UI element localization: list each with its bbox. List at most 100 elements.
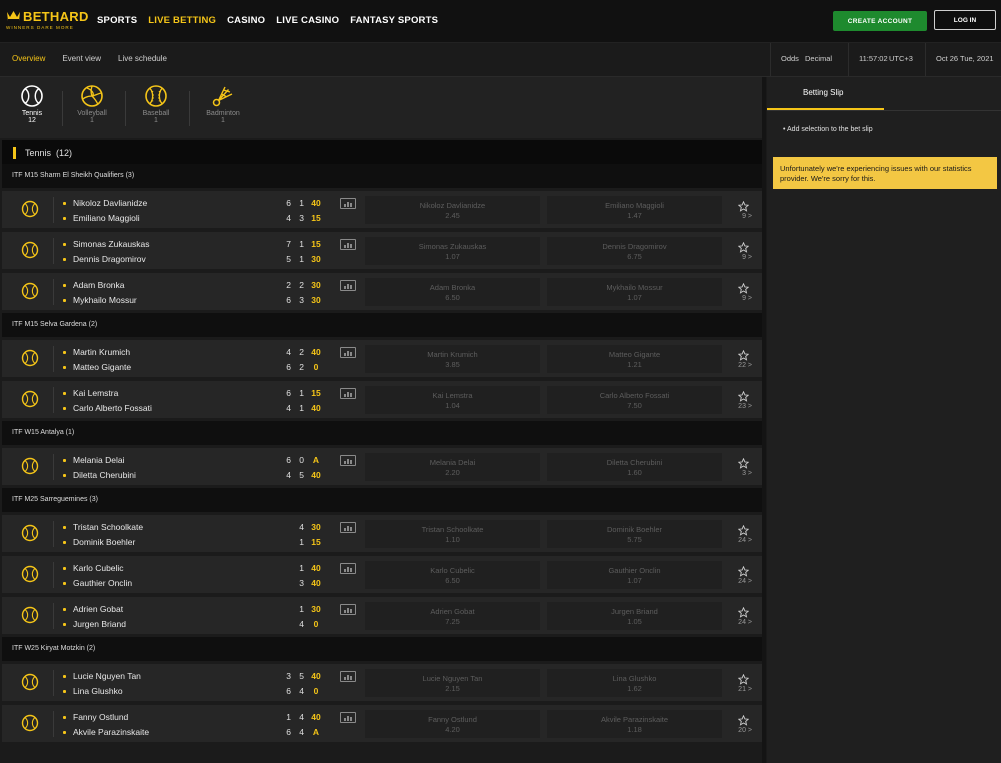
stats-icon[interactable] bbox=[340, 712, 356, 723]
more-markets-link[interactable]: 24 > bbox=[728, 619, 752, 626]
more-markets-link[interactable]: 23 > bbox=[728, 403, 752, 410]
set-score: 1 bbox=[299, 198, 304, 208]
game-points: 30 bbox=[311, 280, 321, 290]
match-row[interactable]: Adrien Gobat Jurgen Briand 1 4 30 0 Adrien Gob… bbox=[2, 597, 762, 634]
match-row[interactable]: Lucie Nguyen Tan Lina Glushko 3 5 6 4 40 0 Lucie… bbox=[2, 664, 762, 701]
odds-button-home[interactable]: Karlo Cubelic 6.50 bbox=[365, 561, 540, 589]
odds-button-home[interactable]: Adrien Gobat 7.25 bbox=[365, 602, 540, 630]
nav-live-betting[interactable]: LIVE BETTING bbox=[148, 15, 216, 26]
brand-name: BETHARD bbox=[23, 9, 89, 24]
stats-icon[interactable] bbox=[340, 388, 356, 399]
odds-button-home[interactable]: Nikoloz Davlianidze 2.45 bbox=[365, 196, 540, 224]
player-indicator bbox=[63, 474, 66, 477]
odds-button-home[interactable]: Lucie Nguyen Tan 2.15 bbox=[365, 669, 540, 697]
set-score: 5 bbox=[286, 254, 291, 264]
stats-icon[interactable] bbox=[340, 455, 356, 466]
odds-button-away[interactable]: Akvile Parazinskaite 1.18 bbox=[547, 710, 722, 738]
league-header[interactable]: ITF W15 Antalya (1) bbox=[2, 421, 762, 445]
odds-button-home[interactable]: Simonas Zukauskas 1.07 bbox=[365, 237, 540, 265]
tennis-ball-icon bbox=[21, 241, 39, 264]
tennis-ball-icon bbox=[21, 565, 39, 588]
odds-button-home[interactable]: Kai Lemstra 1.04 bbox=[365, 386, 540, 414]
more-markets-link[interactable]: 9 > bbox=[728, 213, 752, 220]
odds-button-home[interactable]: Melania Delai 2.20 bbox=[365, 453, 540, 481]
more-markets-link[interactable]: 3 > bbox=[728, 470, 752, 477]
nav-casino[interactable]: CASINO bbox=[227, 15, 265, 26]
nav-live-casino[interactable]: LIVE CASINO bbox=[276, 15, 339, 26]
tab-event-view[interactable]: Event view bbox=[62, 54, 101, 63]
odds-button-away[interactable]: Diletta Cherubini 1.60 bbox=[547, 453, 722, 481]
odds-button-home[interactable]: Martin Krumich 3.85 bbox=[365, 345, 540, 373]
more-markets-link[interactable]: 9 > bbox=[728, 254, 752, 261]
game-points: 0 bbox=[313, 362, 319, 372]
match-row[interactable]: Kai Lemstra Carlo Alberto Fossati 6 1 4 1 15 40… bbox=[2, 381, 762, 418]
league-header[interactable]: ITF W25 Kiryat Motzkin (2) bbox=[2, 637, 762, 661]
odds-button-away[interactable]: Jurgen Briand 1.05 bbox=[547, 602, 722, 630]
stats-icon[interactable] bbox=[340, 347, 356, 358]
more-markets-link[interactable]: 21 > bbox=[728, 686, 752, 693]
login-button[interactable]: LOG IN bbox=[934, 10, 996, 30]
league-header[interactable]: ITF M15 Sharm El Sheikh Qualifiers (3) bbox=[2, 164, 762, 188]
odds-button-away[interactable]: Carlo Alberto Fossati 7.50 bbox=[547, 386, 722, 414]
player-home-name: Fanny Ostlund bbox=[73, 712, 129, 722]
match-row[interactable]: Tristan Schoolkate Dominik Boehler 4 1 30 15 T… bbox=[2, 515, 762, 552]
odds-button-away[interactable]: Matteo Gigante 1.21 bbox=[547, 345, 722, 373]
odds-button-home[interactable]: Fanny Ostlund 4.20 bbox=[365, 710, 540, 738]
scrollbar[interactable] bbox=[762, 77, 766, 763]
odds-button-home[interactable]: Adam Bronka 6.50 bbox=[365, 278, 540, 306]
more-markets-link[interactable]: 22 > bbox=[728, 362, 752, 369]
game-points: 30 bbox=[311, 604, 321, 614]
nav-fantasy-sports[interactable]: FANTASY SPORTS bbox=[350, 15, 438, 26]
divider bbox=[53, 562, 54, 588]
stats-icon[interactable] bbox=[340, 604, 356, 615]
bethard-logo[interactable]: BETHARD WINNERS DARE MORE bbox=[6, 9, 88, 35]
sport-tab-baseball[interactable]: Baseball 1 bbox=[126, 84, 186, 124]
stats-icon[interactable] bbox=[340, 239, 356, 250]
stats-icon[interactable] bbox=[340, 280, 356, 291]
odds-button-away[interactable]: Dennis Dragomirov 6.75 bbox=[547, 237, 722, 265]
match-row[interactable]: Karlo Cubelic Gauthier Onclin 1 3 40 40 Karlo … bbox=[2, 556, 762, 593]
player-away-name: Gauthier Onclin bbox=[73, 578, 133, 588]
divider bbox=[53, 197, 54, 223]
match-row[interactable]: Melania Delai Diletta Cherubini 6 0 4 5 A 40 Mel… bbox=[2, 448, 762, 485]
odds-format-select[interactable]: Decimal bbox=[805, 54, 832, 63]
stats-icon[interactable] bbox=[340, 198, 356, 209]
tennis-ball-icon bbox=[21, 673, 39, 696]
odds-button-away[interactable]: Mykhailo Mossur 1.07 bbox=[547, 278, 722, 306]
sport-tab-volleyball[interactable]: Volleyball 1 bbox=[62, 84, 122, 124]
odds-button-away[interactable]: Lina Glushko 1.62 bbox=[547, 669, 722, 697]
tab-overview[interactable]: Overview bbox=[12, 54, 45, 63]
match-row[interactable]: Adam Bronka Mykhailo Mossur 2 2 6 3 30 30 Adam B… bbox=[2, 273, 762, 310]
set-score: 6 bbox=[286, 295, 291, 305]
match-row[interactable]: Nikoloz Davlianidze Emiliano Maggioli 6 1 4 3… bbox=[2, 191, 762, 228]
create-account-button[interactable]: CREATE ACCOUNT bbox=[833, 11, 927, 31]
more-markets-link[interactable]: 9 > bbox=[728, 295, 752, 302]
match-row[interactable]: Fanny Ostlund Akvile Parazinskaite 1 4 6 4 40 A… bbox=[2, 705, 762, 742]
league-header[interactable]: ITF M15 Selva Gardena (2) bbox=[2, 313, 762, 337]
tab-betting-slip[interactable]: Betting Slip bbox=[767, 77, 884, 110]
odds-button-away[interactable]: Emiliano Maggioli 1.47 bbox=[547, 196, 722, 224]
odds-button-home[interactable]: Tristan Schoolkate 1.10 bbox=[365, 520, 540, 548]
divider bbox=[770, 43, 771, 76]
stats-icon[interactable] bbox=[340, 522, 356, 533]
odds-button-away[interactable]: Gauthier Onclin 1.07 bbox=[547, 561, 722, 589]
odds-selection-name: Martin Krumich bbox=[427, 350, 478, 359]
more-markets-link[interactable]: 24 > bbox=[728, 537, 752, 544]
stats-icon[interactable] bbox=[340, 563, 356, 574]
more-markets-link[interactable]: 20 > bbox=[728, 727, 752, 734]
odds-value: 1.10 bbox=[445, 535, 460, 544]
sport-tab-tennis[interactable]: Tennis 12 bbox=[2, 84, 62, 124]
brand-tagline: WINNERS DARE MORE bbox=[6, 25, 74, 30]
league-header[interactable]: ITF M25 Sarreguemines (3) bbox=[2, 488, 762, 512]
match-row[interactable]: Simonas Zukauskas Dennis Dragomirov 7 1 5 1 15… bbox=[2, 232, 762, 269]
nav-sports[interactable]: SPORTS bbox=[97, 15, 137, 26]
stats-icon[interactable] bbox=[340, 671, 356, 682]
odds-button-away[interactable]: Dominik Boehler 5.75 bbox=[547, 520, 722, 548]
main-nav: SPORTS LIVE BETTING CASINO LIVE CASINO F… bbox=[97, 15, 449, 26]
sport-count: 1 bbox=[90, 117, 94, 124]
more-markets-link[interactable]: 24 > bbox=[728, 578, 752, 585]
sport-tab-badminton[interactable]: Badminton 1 bbox=[193, 84, 253, 124]
match-row[interactable]: Martin Krumich Matteo Gigante 4 2 6 2 40 0 Marti… bbox=[2, 340, 762, 377]
tab-live-schedule[interactable]: Live schedule bbox=[118, 54, 167, 63]
odds-label: Odds bbox=[781, 54, 799, 63]
